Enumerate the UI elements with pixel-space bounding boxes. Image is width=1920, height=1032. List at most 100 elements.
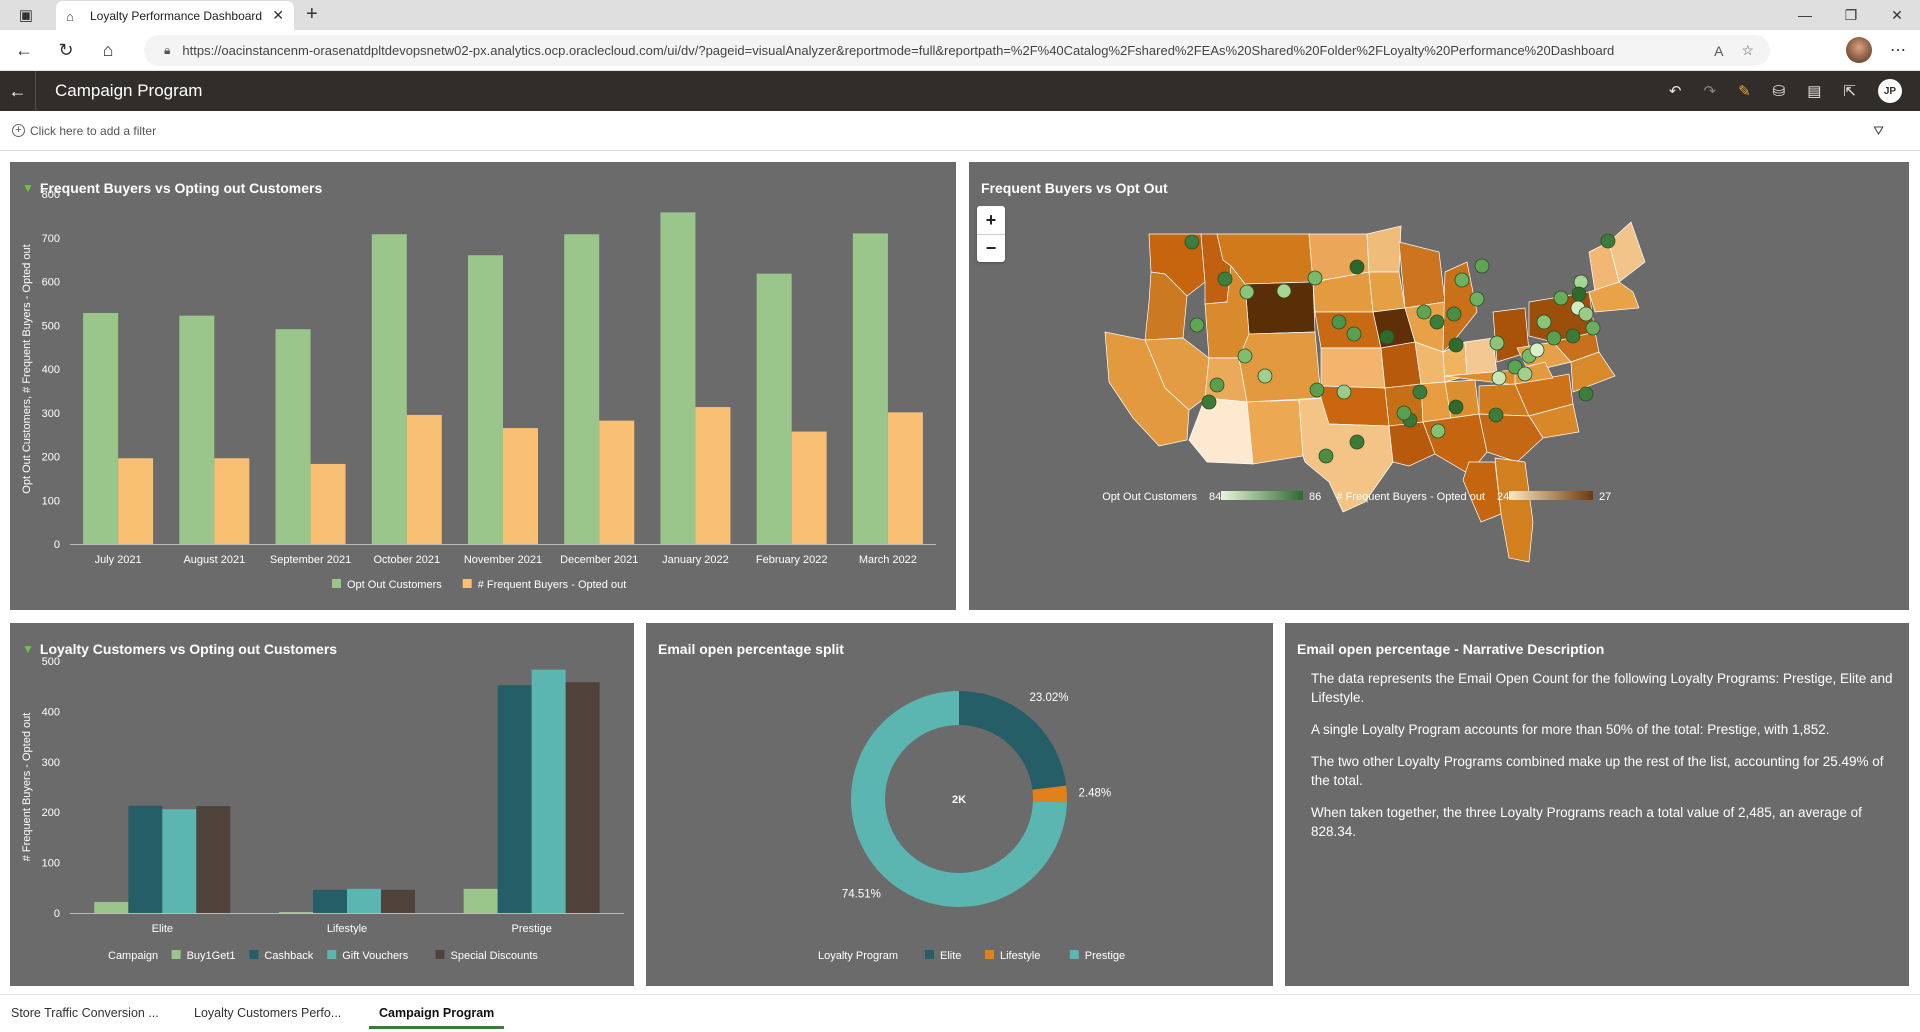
bar [94,901,129,913]
map-states [1104,221,1646,563]
add-filter-button[interactable]: + Click here to add a filter [12,124,156,138]
add-filter-label: Click here to add a filter [30,123,157,138]
map-marker [1488,407,1504,423]
app-header: ← Campaign Program ↶ ↷ ✎ ⛁ ▤ ⇱ JP [0,71,1920,111]
map-marker [1309,382,1325,398]
map-marker [1429,314,1445,330]
y-tick-label: 100 [42,858,60,870]
close-window-icon[interactable]: ✕ [1874,0,1920,30]
panel-map-frequent-buyers-vs-opt-out[interactable]: Frequent Buyers vs Opt Out + − Opt Out C… [969,162,1909,610]
map-state[interactable] [1238,331,1322,403]
more-options-icon[interactable]: ⋯ [1890,40,1906,60]
canvas-tabs: Store Traffic Conversion ... Loyalty Cus… [0,994,1920,1032]
map-state[interactable] [1366,225,1402,273]
new-tab-button[interactable]: + [306,3,318,26]
back-arrow-icon[interactable]: ← [0,71,36,111]
back-icon[interactable]: ← [6,34,42,66]
y-tick-label: 600 [42,277,60,289]
panel-narrative[interactable]: Email open percentage - Narrative Descri… [1285,623,1909,986]
map-marker [1517,366,1533,382]
legend-swatch [462,579,472,588]
refresh-icon[interactable]: ↻ [48,34,84,66]
tab-store-traffic[interactable]: Store Traffic Conversion ... [11,1003,159,1029]
close-tab-icon[interactable]: ✕ [272,7,284,24]
read-aloud-icon[interactable]: A [1714,43,1723,59]
map-marker [1416,304,1432,320]
export-icon[interactable]: ⇱ [1843,82,1856,100]
comment-icon[interactable]: ▤ [1807,82,1821,100]
map-marker [1209,377,1225,393]
tab-actions-icon[interactable]: ▣ [14,3,38,27]
legend-swatch [925,950,934,959]
legend-label: Buy1Get1 [187,950,236,962]
bar [695,407,731,544]
map-marker [1578,386,1594,402]
bar [128,805,163,913]
map-marker [1529,342,1545,358]
user-avatar[interactable]: JP [1878,79,1902,103]
legend-max: 86 [1309,491,1321,503]
y-tick-label: 0 [54,908,60,920]
dashboard-canvas: ▼ Frequent Buyers vs Opting out Customer… [0,152,1920,994]
map-marker [1571,286,1587,302]
map-marker [1412,384,1428,400]
bar [118,458,154,544]
data-refresh-icon[interactable]: ⛁ [1773,82,1786,100]
url-field[interactable]: 🔒︎ https://oacinstancenm-orasenatdpltdev… [144,35,1770,66]
map-state[interactable] [1380,341,1422,389]
page-icon: ⌂ [66,8,74,24]
y-tick-label: 500 [42,320,60,332]
legend-label: Special Discounts [451,950,539,962]
map-marker [1546,330,1562,346]
panel-loyalty-customers-vs-opting-out[interactable]: ▼ Loyalty Customers vs Opting out Custom… [10,623,634,986]
map-marker [1585,320,1601,336]
map-marker [1201,394,1217,410]
tab-campaign-program[interactable]: Campaign Program [369,1003,505,1029]
panel-frequent-buyers-vs-opting-out[interactable]: ▼ Frequent Buyers vs Opting out Customer… [10,162,956,610]
donut-center-label: 2K [952,794,966,806]
map-state[interactable] [1368,271,1406,313]
legend-title: Loyalty Program [818,950,898,962]
map-marker [1379,329,1395,345]
bar [179,315,215,544]
bar [83,313,119,544]
map-marker [1469,291,1485,307]
undo-icon[interactable]: ↶ [1669,82,1682,100]
map-marker [1189,317,1205,333]
bar [887,412,923,544]
filter-icon[interactable]: ⛛ [1873,123,1884,139]
browser-toolbar-right: ⋯ [1846,34,1906,66]
map-marker [1331,314,1347,330]
edit-icon[interactable]: ✎ [1738,82,1751,100]
legend-min: 24 [1497,491,1509,503]
bar-chart-3: 0 100 200 300 400 500 # Frequent Buyers - Opte… [21,656,624,962]
map-state[interactable] [1188,397,1254,465]
map-marker [1553,290,1569,306]
x-tick-label: Prestige [511,923,551,935]
map-marker [1474,258,1490,274]
redo-icon[interactable]: ↷ [1704,82,1717,100]
map-marker [1237,348,1253,364]
map-state[interactable] [1494,457,1534,563]
profile-avatar[interactable] [1846,37,1872,63]
bar [468,255,503,544]
restore-icon[interactable]: ❐ [1828,0,1874,30]
map-state[interactable] [1246,399,1304,465]
lock-icon[interactable]: 🔒︎ [164,43,170,58]
map-state[interactable] [1444,379,1480,419]
x-tick-label: January 2022 [662,554,729,566]
favorite-icon[interactable]: ☆ [1741,42,1754,59]
tab-loyalty-customers[interactable]: Loyalty Customers Perfo... [194,1003,341,1029]
map-marker [1239,284,1255,300]
panel-email-open-split[interactable]: Email open percentage split 23.02% 2.48% 7… [646,623,1273,986]
map-state[interactable] [1398,241,1446,309]
y-tick-label: 400 [42,706,60,718]
narrative-text: The data represents the Email Open Count… [1311,669,1905,854]
minimize-icon[interactable]: — [1782,0,1828,30]
y-tick-label: 800 [42,189,60,201]
browser-tab-active[interactable]: ⌂ Loyalty Performance Dashboard ✕ [56,1,294,30]
narrative-paragraph: When taken together, the three Loyalty P… [1311,805,1862,839]
map-state[interactable] [1320,347,1386,389]
map-marker [1448,337,1464,353]
home-icon[interactable]: ⌂ [90,34,126,66]
